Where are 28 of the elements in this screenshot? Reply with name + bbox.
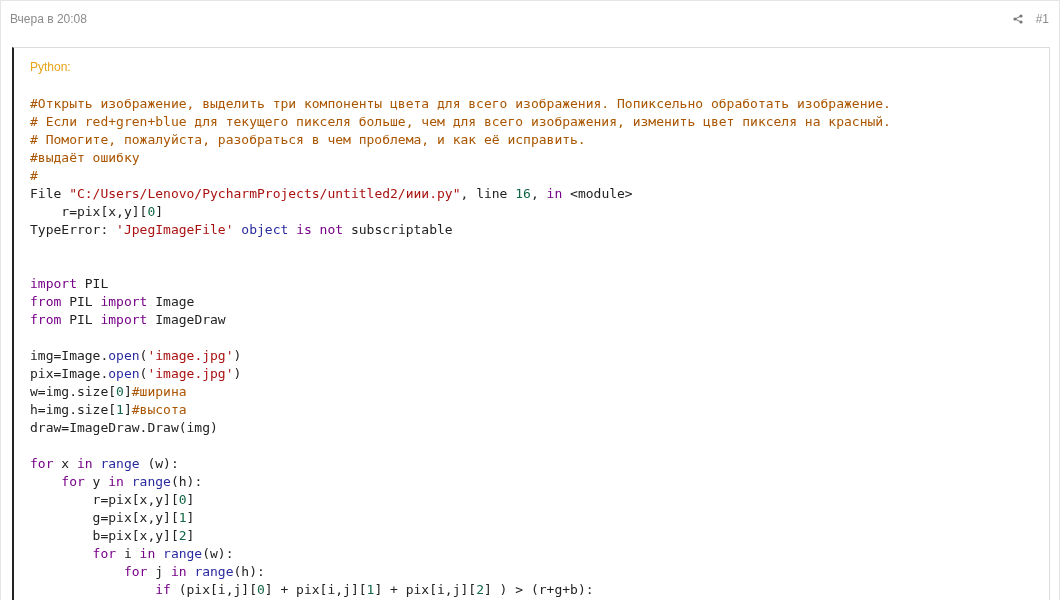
code-line: # Если red+gren+blue для текущего пикселя больше, чем для всего изображения, изменить цвет пикселя на красный. <box>30 113 891 131</box>
code-line: TypeError: 'JpegImageFile' object is not subscriptable <box>30 221 453 239</box>
code-line: # Помогите, пожалуйста, разобраться в чем проблема, и как её исправить. <box>30 131 586 149</box>
code-language-label: Python: <box>30 59 72 75</box>
code-line: b=pix[x,y][2] <box>91 527 195 545</box>
code-line: from PIL import Image <box>30 293 195 311</box>
post-number-link[interactable]: #1 <box>1035 10 1049 28</box>
code-line: r=pix[x,y][0] <box>60 203 164 221</box>
code-line: for i in range(w): <box>91 545 234 563</box>
code-line: h=img.size[1]#высота <box>30 401 187 419</box>
code-line: from PIL import ImageDraw <box>30 311 226 329</box>
code-line: img=Image.open('image.jpg') <box>30 347 242 365</box>
code-line: import PIL <box>30 275 109 293</box>
code-line: # <box>30 167 38 185</box>
code-line: #Открыть изображение, выделить три компоненты цвета для всего изображения. Попиксельно обработать изображение. <box>30 95 891 113</box>
code-line: draw=ImageDraw.Draw(img) <box>30 419 218 437</box>
code-line: w=img.size[0]#ширина <box>30 383 187 401</box>
share-icon[interactable] <box>1012 14 1023 24</box>
code-line: r=pix[x,y][0] <box>91 491 195 509</box>
code-line: if (pix[i,j][0] + pix[i,j][1] + pix[i,j][2] ) > (r+g+b): <box>154 581 594 599</box>
post-time: Вчера в 20:08 <box>10 11 87 28</box>
code-line: for x in range (w): <box>30 455 179 473</box>
code-line: #выдаёт ошибку <box>30 149 140 167</box>
code-line: g=pix[x,y][1] <box>91 509 195 527</box>
code-line: pix=Image.open('image.jpg') <box>30 365 242 383</box>
code-line: for y in range(h): <box>60 473 203 491</box>
code-line: File "C:/Users/Lenovo/PycharmProjects/untitled2/иии.py", line 16, in <module> <box>30 185 633 203</box>
code-line: for j in range(h): <box>122 563 265 581</box>
